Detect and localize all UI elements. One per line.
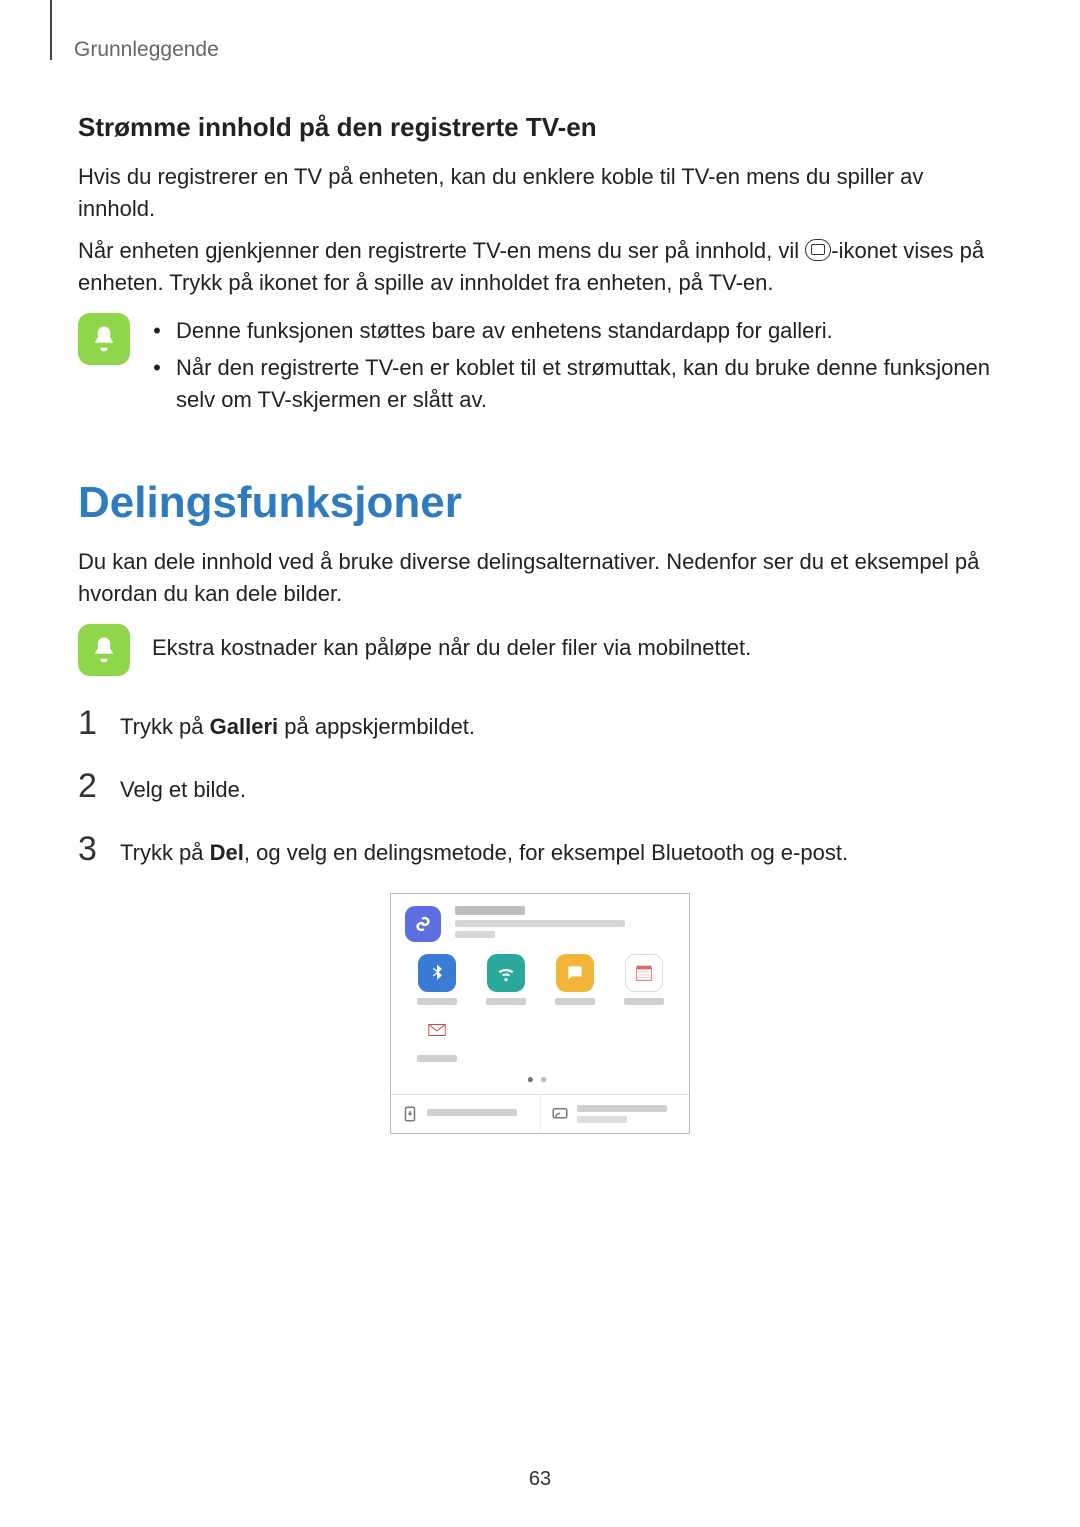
step-number: 3 — [78, 830, 100, 869]
smart-view-option — [540, 1095, 690, 1133]
step-text: Trykk på — [120, 840, 210, 865]
page-number: 63 — [0, 1468, 1080, 1491]
bluetooth-icon — [418, 954, 456, 992]
page-dots: ●● — [391, 1072, 689, 1094]
step-number: 1 — [78, 704, 100, 743]
step-text: Velg et bilde. — [120, 777, 246, 802]
step-item: 3 Trykk på Del, og velg en delingsmetode… — [78, 830, 1002, 869]
transfer-to-device-option — [391, 1095, 540, 1133]
note-text: Ekstra kostnader kan påløpe når du deler… — [152, 632, 1002, 664]
step-item: 2 Velg et bilde. — [78, 767, 1002, 806]
link-share-icon — [405, 906, 441, 942]
step-text: Trykk på — [120, 714, 210, 739]
paragraph-text: Når enheten gjenkjenner den registrerte … — [78, 238, 805, 263]
note-bell-icon — [78, 313, 130, 365]
step-item: 1 Trykk på Galleri på appskjermbildet. — [78, 704, 1002, 743]
note-bullet: Når den registrerte TV-en er koblet til … — [176, 352, 1002, 416]
figure-blurred-label — [555, 998, 595, 1005]
paragraph: Hvis du registrerer en TV på enheten, ka… — [78, 161, 1002, 225]
share-sheet-figure: ●● — [390, 893, 690, 1134]
note-block: • Denne funksjonen støttes bare av enhet… — [78, 313, 1002, 423]
breadcrumb: Grunnleggende — [74, 38, 1002, 62]
figure-blurred-label — [624, 998, 664, 1005]
bullet-dot: • — [152, 315, 162, 347]
figure-blurred-text — [455, 906, 625, 938]
steps-list: 1 Trykk på Galleri på appskjermbildet. 2… — [78, 704, 1002, 869]
section-heading-stream: Strømme innhold på den registrerte TV-en — [78, 112, 1002, 143]
figure-blurred-label — [486, 998, 526, 1005]
note-bell-icon — [78, 624, 130, 676]
figure-blurred-label — [417, 1055, 457, 1062]
messages-icon — [556, 954, 594, 992]
note-block: Ekstra kostnader kan påløpe når du deler… — [78, 624, 1002, 676]
cast-icon — [805, 239, 831, 261]
wifi-direct-icon — [487, 954, 525, 992]
figure-blurred-label — [417, 998, 457, 1005]
step-text: , og velg en delingsmetode, for eksempel… — [244, 840, 848, 865]
note-bullet: Denne funksjonen støttes bare av enheten… — [176, 315, 1002, 347]
section-title-sharing: Delingsfunksjoner — [78, 478, 1002, 528]
step-number: 2 — [78, 767, 100, 806]
memo-icon — [625, 954, 663, 992]
step-bold: Del — [210, 840, 244, 865]
paragraph: Du kan dele innhold ved å bruke diverse … — [78, 546, 1002, 610]
bullet-dot: • — [152, 352, 162, 416]
step-bold: Galleri — [210, 714, 278, 739]
step-text: på appskjermbildet. — [278, 714, 475, 739]
paragraph: Når enheten gjenkjenner den registrerte … — [78, 235, 1002, 299]
email-icon — [418, 1011, 456, 1049]
